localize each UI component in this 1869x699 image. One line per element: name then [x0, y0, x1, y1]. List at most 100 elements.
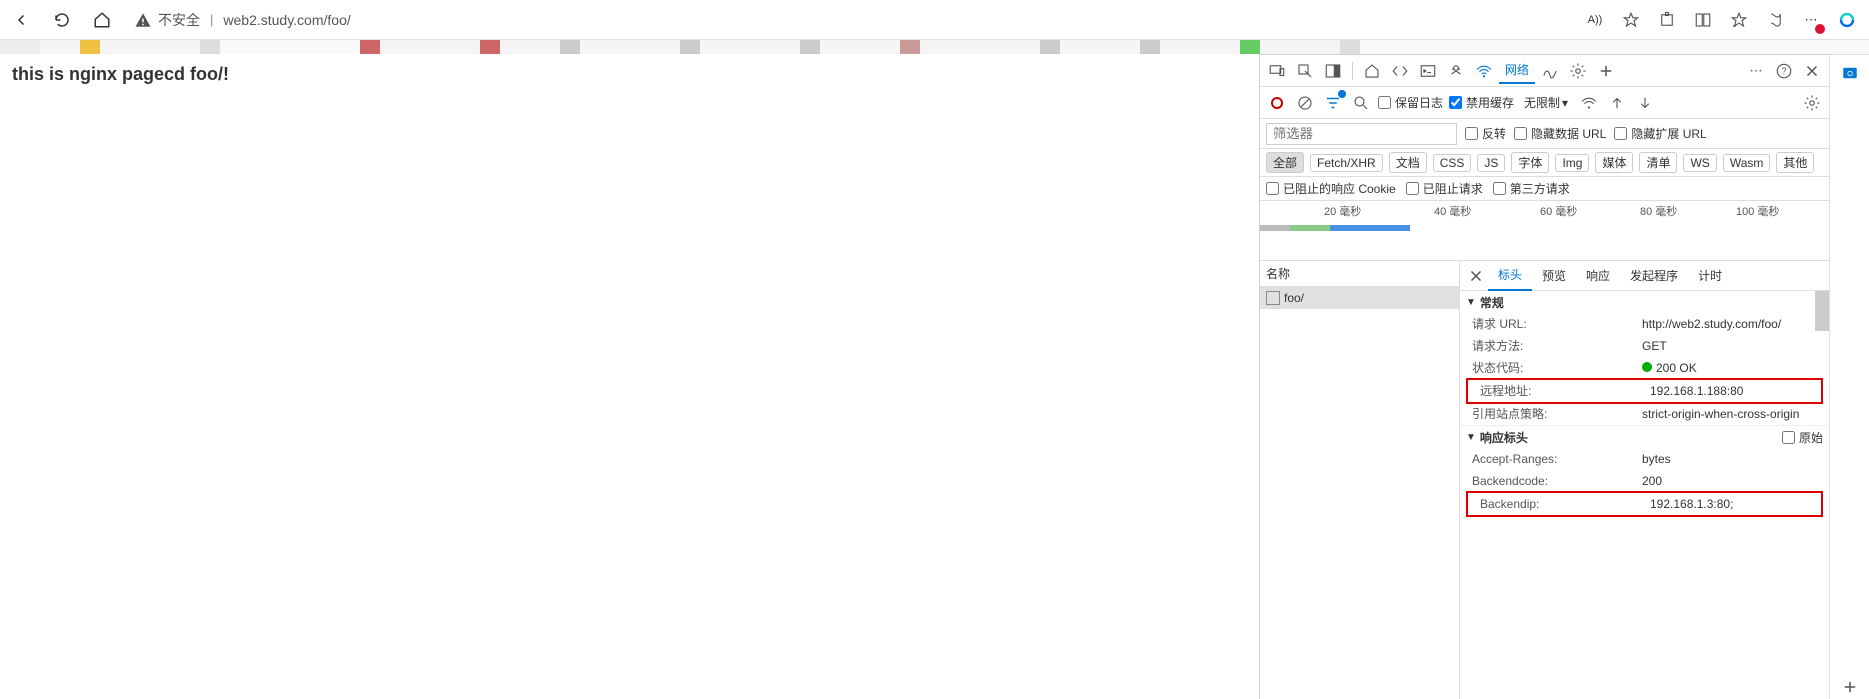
hide-data-url-checkbox[interactable]: 隐藏数据 URL	[1514, 125, 1606, 142]
tab-timing[interactable]: 计时	[1688, 261, 1732, 291]
request-name: foo/	[1284, 291, 1304, 305]
main-area: this is nginx pagecd foo/! 网络 ⋯ ?	[0, 54, 1869, 699]
export-har-icon[interactable]	[1634, 92, 1656, 114]
throttle-select[interactable]: 无限制 ▾	[1520, 94, 1572, 111]
copilot-button[interactable]	[1831, 4, 1863, 36]
disable-cache-checkbox[interactable]: 禁用缓存	[1449, 94, 1514, 111]
extensions-button[interactable]	[1651, 4, 1683, 36]
tab-headers[interactable]: 标头	[1488, 261, 1532, 291]
notification-badge	[1815, 24, 1825, 34]
filter-other[interactable]: 其他	[1776, 152, 1814, 173]
filter-media[interactable]: 媒体	[1595, 152, 1633, 173]
section-response-headers-header[interactable]: ▼ 响应标头 原始	[1460, 426, 1829, 448]
split-screen-button[interactable]	[1687, 4, 1719, 36]
devtools-panel: 网络 ⋯ ? 保留日志 禁用缓存 无限制 ▾ 反转	[1259, 54, 1829, 699]
toolbar-right: A)) ⋯	[1579, 4, 1863, 36]
filter-fetch[interactable]: Fetch/XHR	[1310, 154, 1383, 172]
section-general-header[interactable]: ▼常规	[1460, 291, 1829, 313]
request-list: 名称 foo/	[1260, 261, 1460, 699]
home-button[interactable]	[86, 4, 118, 36]
tick-60: 60 毫秒	[1540, 203, 1577, 219]
more-tools-icon[interactable]: ⋯	[1743, 58, 1769, 84]
inspect-element-icon[interactable]	[1292, 58, 1318, 84]
hide-ext-url-checkbox[interactable]: 隐藏扩展 URL	[1614, 125, 1706, 142]
network-timeline[interactable]: 20 毫秒 40 毫秒 60 毫秒 80 毫秒 100 毫秒	[1260, 201, 1829, 261]
network-tab-icon[interactable]	[1471, 58, 1497, 84]
console-tab-icon[interactable]	[1415, 58, 1441, 84]
third-party-checkbox[interactable]: 第三方请求	[1493, 180, 1570, 197]
edge-sidebar: O	[1829, 54, 1869, 699]
network-tab-label[interactable]: 网络	[1499, 58, 1535, 84]
page-content: this is nginx pagecd foo/!	[0, 54, 1259, 699]
extra-filters: 已阻止的响应 Cookie 已阻止请求 第三方请求	[1260, 177, 1829, 201]
timeline-bar-wait	[1290, 225, 1330, 231]
tick-20: 20 毫秒	[1324, 203, 1361, 219]
section-general: ▼常规 请求 URL:http://web2.study.com/foo/ 请求…	[1460, 291, 1829, 426]
read-aloud-button[interactable]: A))	[1579, 4, 1611, 36]
scrollbar-thumb[interactable]	[1815, 291, 1829, 331]
timeline-bar-download	[1330, 225, 1410, 231]
filter-js[interactable]: JS	[1477, 154, 1505, 172]
insecure-icon	[134, 11, 152, 29]
favorite-button[interactable]	[1615, 4, 1647, 36]
address-bar[interactable]: 不安全 | web2.study.com/foo/	[134, 10, 1571, 30]
list-header-name[interactable]: 名称	[1260, 261, 1459, 287]
search-icon[interactable]	[1350, 92, 1372, 114]
new-tab-icon[interactable]	[1593, 58, 1619, 84]
blocked-cookies-checkbox[interactable]: 已阻止的响应 Cookie	[1266, 180, 1396, 197]
performance-tab-icon[interactable]	[1537, 58, 1563, 84]
sidebar-add-icon[interactable]	[1838, 675, 1862, 699]
filter-css[interactable]: CSS	[1433, 154, 1472, 172]
throttle-label: 无限制	[1524, 94, 1560, 111]
filter-wasm[interactable]: Wasm	[1723, 154, 1771, 172]
filter-toggle-icon[interactable]	[1322, 92, 1344, 114]
invert-checkbox[interactable]: 反转	[1465, 125, 1506, 142]
network-settings-icon[interactable]	[1801, 92, 1823, 114]
record-button[interactable]	[1266, 92, 1288, 114]
tab-response[interactable]: 响应	[1576, 261, 1620, 291]
filter-all[interactable]: 全部	[1266, 152, 1304, 173]
tab-preview[interactable]: 预览	[1532, 261, 1576, 291]
collections-button[interactable]	[1759, 4, 1791, 36]
devtools-topbar: 网络 ⋯ ?	[1260, 55, 1829, 87]
elements-tab-icon[interactable]	[1387, 58, 1413, 84]
close-devtools-icon[interactable]	[1799, 58, 1825, 84]
row-accept-ranges: Accept-Ranges:bytes	[1460, 448, 1829, 470]
url-text: web2.study.com/foo/	[223, 12, 350, 28]
filter-font[interactable]: 字体	[1511, 152, 1549, 173]
tick-80: 80 毫秒	[1640, 203, 1677, 219]
settings-icon[interactable]	[1565, 58, 1591, 84]
refresh-button[interactable]	[46, 4, 78, 36]
row-request-method: 请求方法:GET	[1460, 335, 1829, 357]
raw-toggle[interactable]: 原始	[1782, 429, 1823, 446]
more-button[interactable]: ⋯	[1795, 4, 1827, 36]
filter-doc[interactable]: 文档	[1389, 152, 1427, 173]
back-button[interactable]	[6, 4, 38, 36]
network-conditions-icon[interactable]	[1578, 92, 1600, 114]
welcome-tab-icon[interactable]	[1359, 58, 1385, 84]
toggle-device-icon[interactable]	[1264, 58, 1290, 84]
section-response-headers: ▼ 响应标头 原始 Accept-Ranges:bytes Backendcod…	[1460, 426, 1829, 517]
sources-tab-icon[interactable]	[1443, 58, 1469, 84]
import-har-icon[interactable]	[1606, 92, 1628, 114]
preserve-log-checkbox[interactable]: 保留日志	[1378, 94, 1443, 111]
blocked-requests-checkbox[interactable]: 已阻止请求	[1406, 180, 1483, 197]
row-remote-address: 远程地址:192.168.1.188:80	[1466, 378, 1823, 404]
favorites-button[interactable]	[1723, 4, 1755, 36]
preserve-log-label: 保留日志	[1395, 94, 1443, 111]
tab-initiator[interactable]: 发起程序	[1620, 261, 1688, 291]
timeline-bar-queue	[1260, 225, 1290, 231]
close-detail-icon[interactable]	[1464, 264, 1488, 288]
request-row[interactable]: foo/	[1260, 287, 1459, 309]
help-icon[interactable]: ?	[1771, 58, 1797, 84]
filter-ws[interactable]: WS	[1683, 154, 1716, 172]
filter-input[interactable]	[1266, 123, 1457, 145]
clear-button[interactable]	[1294, 92, 1316, 114]
status-dot-icon	[1642, 362, 1652, 372]
svg-text:?: ?	[1781, 66, 1786, 76]
filter-img[interactable]: Img	[1555, 154, 1589, 172]
dock-side-icon[interactable]	[1320, 58, 1346, 84]
outlook-icon[interactable]: O	[1838, 61, 1862, 85]
filter-manifest[interactable]: 清单	[1639, 152, 1677, 173]
resource-type-filters: 全部 Fetch/XHR 文档 CSS JS 字体 Img 媒体 清单 WS W…	[1260, 149, 1829, 177]
